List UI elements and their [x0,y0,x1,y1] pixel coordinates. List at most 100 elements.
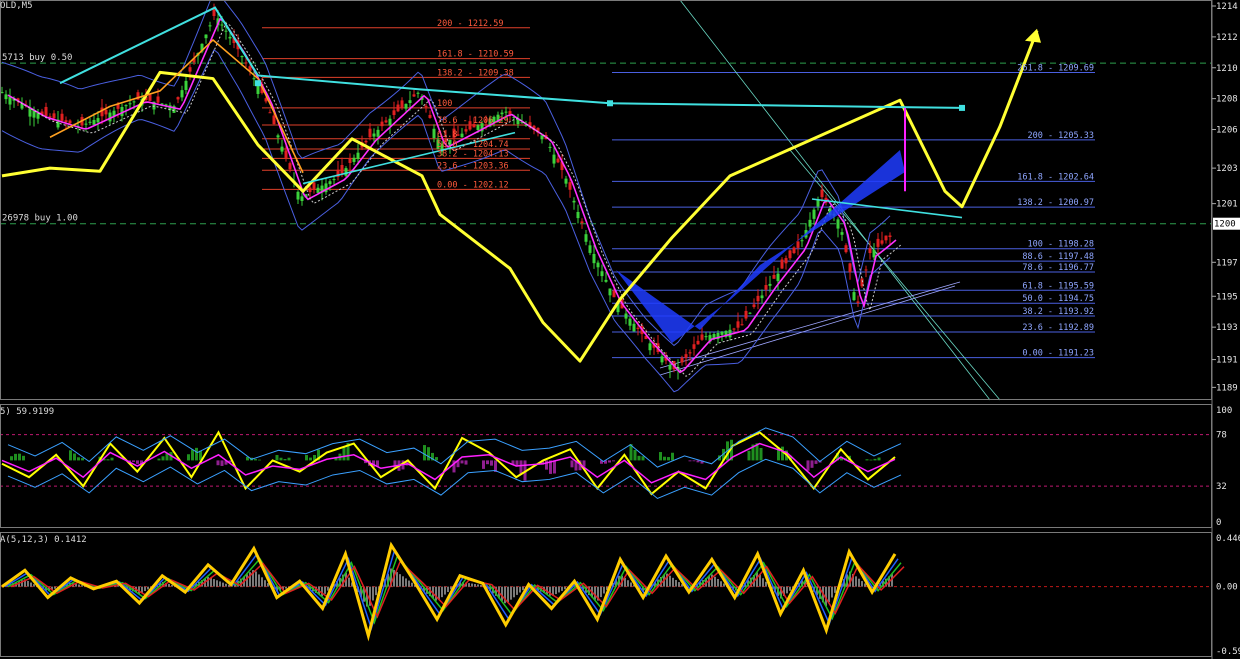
osc-histogram-bar [519,460,523,475]
osc-histogram-bar [692,460,696,462]
osc-histogram-bar [77,457,80,461]
osc-histogram-bar [464,460,468,465]
fib-right-label: 200 - 1205.33 [1027,131,1094,141]
candle-body [268,112,272,114]
candle-body [836,219,840,229]
osc-histogram-bar [275,455,279,461]
candle-body [64,120,68,123]
candle-body [300,196,304,201]
candle-body [228,36,232,39]
candle-body [296,191,300,200]
macd-tick-label: -0.590 [1216,647,1240,657]
candle-body [372,133,376,137]
candle-body [256,85,260,94]
osc-histogram-bar [667,457,670,461]
osc-histogram-bar [435,457,438,461]
candle-body [776,273,780,282]
candle-body [432,128,436,139]
osc-histogram-bar [132,460,135,462]
candle-body [692,344,696,349]
osc-series-line [1,430,896,496]
candle-body [592,253,596,264]
osc-title: 5) 59.9199 [0,407,54,417]
candle-body [548,146,552,148]
macd-panel[interactable] [0,541,1212,642]
panel-border-1 [0,404,1212,528]
macd-tick-label: 0.446 [1216,534,1240,544]
candle-body [376,129,380,137]
osc-tick-label: 78 [1216,431,1227,441]
oscillator-panel[interactable] [0,427,1212,500]
candle-body [880,240,884,244]
fib-left-label: 61.8 [437,130,457,140]
price-tick-label: 1212 [1216,33,1238,43]
price-tick-label: 1206 [1216,126,1238,136]
candle-body [116,104,120,109]
fib-right-label: 78.6 - 1196.77 [1022,263,1094,273]
candle-body [392,110,396,116]
osc-histogram-bar [106,459,110,461]
candle-body [312,182,316,190]
candle-body [700,334,704,340]
candle-body [564,178,568,184]
candle-body [688,352,692,354]
osc-histogram-bar [671,452,674,461]
candle-body [8,96,12,105]
candle-body [684,354,688,358]
candle-body [736,321,740,328]
candle-body [876,238,880,247]
macd-title: A(5,12,3) 0.1412 [0,535,87,545]
gann-line-1 [679,0,991,401]
candle-body [740,324,744,326]
fib-left-label: 78.6 - 1206.29 [437,116,509,126]
candle-body [316,187,320,193]
osc-histogram-bar [633,449,637,461]
candle-body [244,62,248,64]
candle-body [784,258,788,264]
osc-histogram-bar [309,457,312,461]
macd-tick-label: 0.00 [1216,583,1238,593]
candle-body [284,150,288,158]
price-tick-label: 1195 [1216,292,1238,302]
candle-body [380,121,384,127]
price-tick-label: 1191 [1216,356,1238,366]
trend-anchor-point [255,80,261,87]
osc-histogram-bar [14,453,17,461]
candle-body [576,211,580,219]
osc-histogram-bar [110,457,114,461]
price-tick-label: 1210 [1216,64,1238,74]
candle-body [356,152,360,159]
candle-body [812,209,816,219]
candle-body [148,94,152,101]
osc-histogram-bar [545,460,548,470]
candle-body [184,80,188,90]
candle-body [92,119,96,125]
candle-body [552,154,556,164]
candle-body [780,259,784,269]
candle-body [412,94,416,97]
candle-body [68,120,72,124]
candle-body [104,109,108,115]
candle-body [384,120,388,123]
candle-body [280,146,284,152]
candle-body [44,106,48,116]
trading-chart-window: 1214 1212 1210 1208 1206 1203 1201 1197 1195 1193… [0,0,1240,659]
candle-body [660,356,664,363]
candle-body [788,250,792,259]
osc-histogram-bar [187,454,190,461]
osc-histogram-bar [806,460,810,471]
chart-canvas[interactable]: 1214 1212 1210 1208 1206 1203 1201 1197 1195 1193… [0,0,1240,659]
candle-body [188,67,192,72]
candle-body [636,327,640,329]
projection-zigzag-yellow [1,30,1039,363]
osc-histogram-bar [865,459,869,461]
osc-tick-label: 100 [1216,406,1232,416]
candle-body [272,115,276,125]
candle-body [864,269,868,271]
candle-body [648,343,652,351]
osc-histogram-bar [73,453,76,461]
candle-body [748,312,752,314]
candle-body [848,263,852,273]
fib-right-label: 61.8 - 1195.59 [1022,281,1094,291]
candle-body [396,104,400,112]
